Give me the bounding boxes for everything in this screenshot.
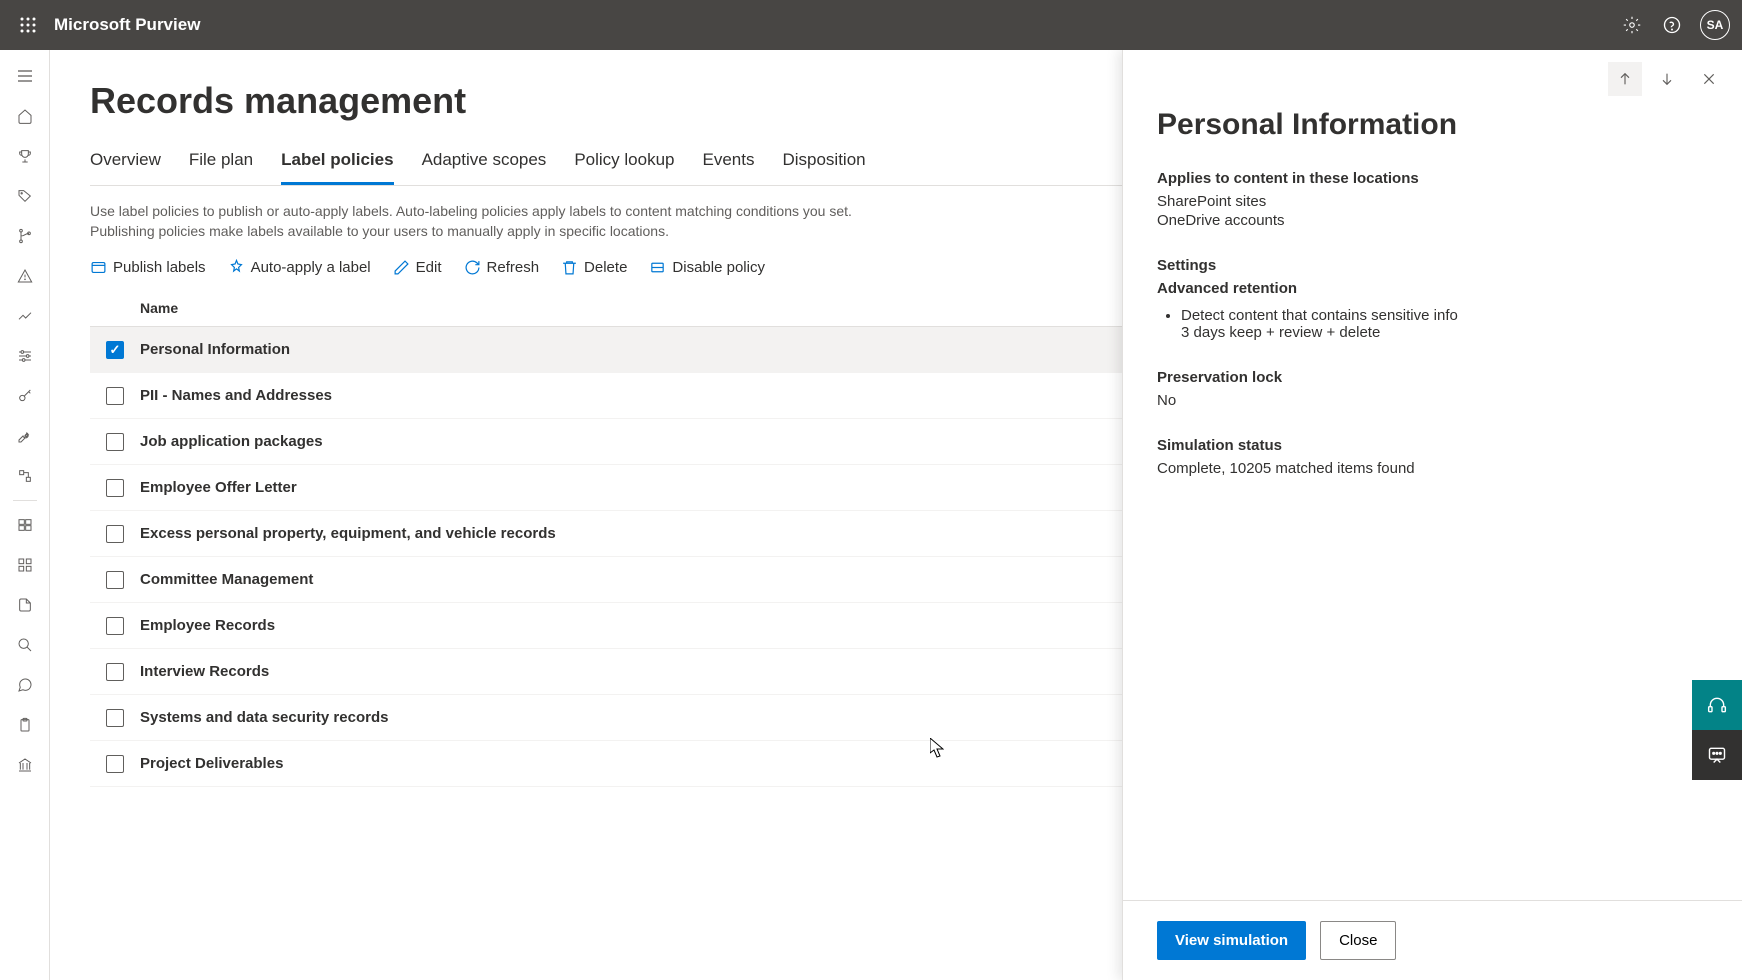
next-icon[interactable] bbox=[1650, 62, 1684, 96]
chat-icon[interactable] bbox=[5, 665, 45, 705]
row-checkbox[interactable] bbox=[106, 709, 124, 727]
catalog-icon[interactable] bbox=[5, 505, 45, 545]
location-value: OneDrive accounts bbox=[1157, 212, 1708, 229]
settings-bullet-sub: 3 days keep + review + delete bbox=[1181, 324, 1708, 341]
headset-icon[interactable] bbox=[1692, 680, 1742, 730]
row-checkbox[interactable] bbox=[106, 479, 124, 497]
close-icon[interactable] bbox=[1692, 62, 1726, 96]
auto-apply-label: Auto-apply a label bbox=[251, 259, 371, 276]
locations-label: Applies to content in these locations bbox=[1157, 170, 1708, 187]
bank-icon[interactable] bbox=[5, 745, 45, 785]
gear-icon[interactable] bbox=[1612, 5, 1652, 45]
row-checkbox[interactable] bbox=[106, 663, 124, 681]
sim-status-label: Simulation status bbox=[1157, 437, 1708, 454]
grid-icon[interactable] bbox=[5, 545, 45, 585]
location-value: SharePoint sites bbox=[1157, 193, 1708, 210]
document-icon[interactable] bbox=[5, 585, 45, 625]
delete-button[interactable]: Delete bbox=[561, 259, 627, 276]
tab-events[interactable]: Events bbox=[702, 142, 754, 185]
refresh-label: Refresh bbox=[487, 259, 540, 276]
row-checkbox[interactable] bbox=[106, 755, 124, 773]
settings-label: Settings bbox=[1157, 257, 1708, 274]
preservation-label: Preservation lock bbox=[1157, 369, 1708, 386]
tab-label-policies[interactable]: Label policies bbox=[281, 142, 393, 185]
home-icon[interactable] bbox=[5, 96, 45, 136]
tab-file-plan[interactable]: File plan bbox=[189, 142, 253, 185]
tab-disposition[interactable]: Disposition bbox=[782, 142, 865, 185]
tab-adaptive-scopes[interactable]: Adaptive scopes bbox=[422, 142, 547, 185]
sliders-icon[interactable] bbox=[5, 336, 45, 376]
row-checkbox[interactable] bbox=[106, 433, 124, 451]
branch-icon[interactable] bbox=[5, 216, 45, 256]
row-checkbox[interactable] bbox=[106, 341, 124, 359]
flyout-title: Personal Information bbox=[1157, 108, 1708, 142]
brand-title: Microsoft Purview bbox=[54, 15, 200, 35]
edit-label: Edit bbox=[416, 259, 442, 276]
connector-icon[interactable] bbox=[5, 456, 45, 496]
key-icon[interactable] bbox=[5, 376, 45, 416]
settings-bullet: Detect content that contains sensitive i… bbox=[1181, 307, 1708, 324]
wrench-icon[interactable] bbox=[5, 416, 45, 456]
disable-policy-button[interactable]: Disable policy bbox=[649, 259, 765, 276]
publish-labels-button[interactable]: Publish labels bbox=[90, 259, 206, 276]
tab-policy-lookup[interactable]: Policy lookup bbox=[574, 142, 674, 185]
sim-status-value: Complete, 10205 matched items found bbox=[1157, 460, 1708, 477]
view-simulation-button[interactable]: View simulation bbox=[1157, 921, 1306, 960]
hamburger-icon[interactable] bbox=[5, 56, 45, 96]
delete-label: Delete bbox=[584, 259, 627, 276]
search-icon[interactable] bbox=[5, 625, 45, 665]
preservation-value: No bbox=[1157, 392, 1708, 409]
disable-policy-label: Disable policy bbox=[672, 259, 765, 276]
help-icon[interactable] bbox=[1652, 5, 1692, 45]
settings-subtitle: Advanced retention bbox=[1157, 280, 1708, 297]
avatar[interactable]: SA bbox=[1700, 10, 1730, 40]
alert-icon[interactable] bbox=[5, 256, 45, 296]
trophy-icon[interactable] bbox=[5, 136, 45, 176]
reports-icon[interactable] bbox=[5, 296, 45, 336]
previous-icon[interactable] bbox=[1608, 62, 1642, 96]
row-checkbox[interactable] bbox=[106, 571, 124, 589]
auto-apply-button[interactable]: Auto-apply a label bbox=[228, 259, 371, 276]
publish-labels-label: Publish labels bbox=[113, 259, 206, 276]
app-launcher-icon[interactable] bbox=[12, 9, 44, 41]
page-description: Use label policies to publish or auto-ap… bbox=[90, 202, 870, 241]
close-button[interactable]: Close bbox=[1320, 921, 1396, 960]
clipboard-icon[interactable] bbox=[5, 705, 45, 745]
feedback-icon[interactable] bbox=[1692, 730, 1742, 780]
row-checkbox[interactable] bbox=[106, 617, 124, 635]
refresh-button[interactable]: Refresh bbox=[464, 259, 540, 276]
row-checkbox[interactable] bbox=[106, 525, 124, 543]
edit-button[interactable]: Edit bbox=[393, 259, 442, 276]
tab-overview[interactable]: Overview bbox=[90, 142, 161, 185]
tag-icon[interactable] bbox=[5, 176, 45, 216]
row-checkbox[interactable] bbox=[106, 387, 124, 405]
